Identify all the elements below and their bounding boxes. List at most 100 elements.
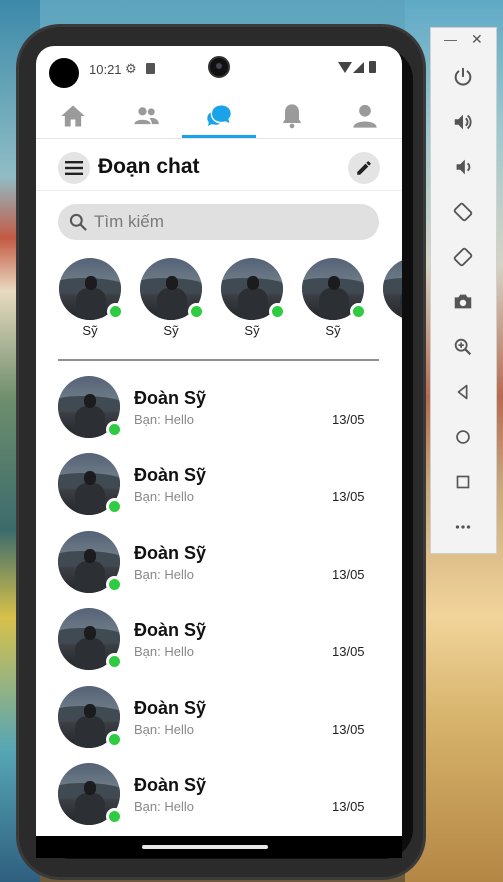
online-indicator [350,303,367,320]
chat-name: Đoàn Sỹ [134,388,207,408]
emulator-toolbar: — ✕ [430,27,497,554]
bell-icon [282,104,302,129]
avatar [383,258,402,320]
search-input[interactable] [94,212,354,232]
rotate-left-button[interactable] [448,197,478,227]
online-indicator [269,303,286,320]
power-icon [454,67,472,86]
online-indicator [107,303,124,320]
back-icon [457,384,468,400]
page-title: Đoạn chat [98,155,200,178]
tabs-divider [36,138,402,139]
back-button[interactable] [448,377,478,407]
zoom-button[interactable] [448,332,478,362]
tab-home[interactable] [36,94,109,138]
power-button[interactable] [448,62,478,92]
chat-preview: Bạn: Hello [134,412,194,427]
online-indicator [106,731,123,748]
chat-name: Đoàn Sỹ [134,698,207,718]
story-name: Sỹ [82,323,98,338]
chat-bubbles-icon [207,105,231,126]
home-gesture-bar[interactable] [142,845,268,849]
new-message-button[interactable] [348,152,380,184]
story-item[interactable]: Sỹ [220,258,286,338]
pencil-icon [357,161,371,175]
status-avatar-dot [49,58,79,88]
online-indicator [106,421,123,438]
friends-icon [134,107,159,125]
menu-button[interactable] [58,152,90,184]
chat-date: 13/05 [332,489,365,504]
active-friends-row[interactable]: Sỹ Sỹ Sỹ Sỹ [58,258,402,342]
home-button[interactable] [448,422,478,452]
signal-icon [353,62,364,73]
battery-icon [369,61,376,73]
volume-up-icon [454,114,472,130]
search-icon [69,213,87,231]
story-name: Sỹ [244,323,260,338]
status-time: 10:21 [89,62,122,77]
tab-profile[interactable] [329,94,402,138]
volume-down-icon [456,159,471,175]
online-indicator [106,576,123,593]
story-item[interactable]: Sỹ [139,258,205,338]
story-name: Sỹ [163,323,179,338]
rotate-right-button[interactable] [448,242,478,272]
app-screen: 10:21 ⚙ Đoạn chat Tìm kiếm Sỹ Sỹ Sỹ Sỹ Đ… [36,46,402,836]
more-button[interactable] [448,512,478,542]
chat-name: Đoàn Sỹ [134,465,207,485]
screenshot-button[interactable] [448,287,478,317]
online-indicator [106,808,123,825]
front-camera [208,56,230,78]
home-icon [60,105,85,127]
online-indicator [106,653,123,670]
chat-date: 13/05 [332,722,365,737]
story-item[interactable]: Sỹ [58,258,124,338]
minimize-icon[interactable]: — [444,32,457,47]
overview-button[interactable] [448,467,478,497]
tab-notifications[interactable] [256,94,329,138]
chat-date: 13/05 [332,799,365,814]
more-icon [455,525,471,529]
chat-item[interactable]: Đoàn Sỹ Bạn: Hello 13/05 [36,451,402,523]
chat-preview: Bạn: Hello [134,799,194,814]
chat-item[interactable]: Đoàn Sỹ Bạn: Hello 13/05 [36,529,402,601]
chat-name: Đoàn Sỹ [134,775,207,795]
chat-item[interactable]: Đoàn Sỹ Bạn: Hello 13/05 [36,606,402,678]
chat-name: Đoàn Sỹ [134,620,207,640]
header-divider [36,190,402,191]
page-header: Đoạn chat [36,146,402,190]
chat-item[interactable]: Đoàn Sỹ Bạn: Hello 13/05 [36,684,402,756]
chat-item[interactable]: Đoàn Sỹ Bạn: Hello 13/05 [36,761,402,833]
chat-preview: Bạn: Hello [134,567,194,582]
status-bar: 10:21 ⚙ [36,46,402,92]
tab-friends[interactable] [109,94,182,138]
settings-status-icon: ⚙ [125,61,137,76]
top-tab-bar [36,94,402,138]
emulator-titlebar: — ✕ [431,28,498,54]
home-circle-icon [456,430,470,444]
chat-preview: Bạn: Hello [134,644,194,659]
chat-date: 13/05 [332,644,365,659]
story-item[interactable]: Sỹ [301,258,367,338]
close-icon[interactable]: ✕ [471,31,483,48]
rotate-right-icon [453,247,473,267]
story-item[interactable] [382,258,402,323]
story-name: Sỹ [325,323,341,338]
chat-date: 13/05 [332,567,365,582]
menu-icon [65,161,83,175]
sd-card-icon [146,63,155,74]
camera-icon [454,294,472,309]
tab-messages[interactable] [182,94,256,138]
volume-down-button[interactable] [448,152,478,182]
online-indicator [106,498,123,515]
online-indicator [188,303,205,320]
section-divider [58,359,379,361]
wifi-icon [338,62,352,73]
chat-preview: Bạn: Hello [134,489,194,504]
zoom-icon [454,338,472,356]
chat-date: 13/05 [332,412,365,427]
search-bar[interactable] [58,204,379,240]
volume-up-button[interactable] [448,107,478,137]
chat-item[interactable]: Đoàn Sỹ Bạn: Hello 13/05 [36,374,402,446]
